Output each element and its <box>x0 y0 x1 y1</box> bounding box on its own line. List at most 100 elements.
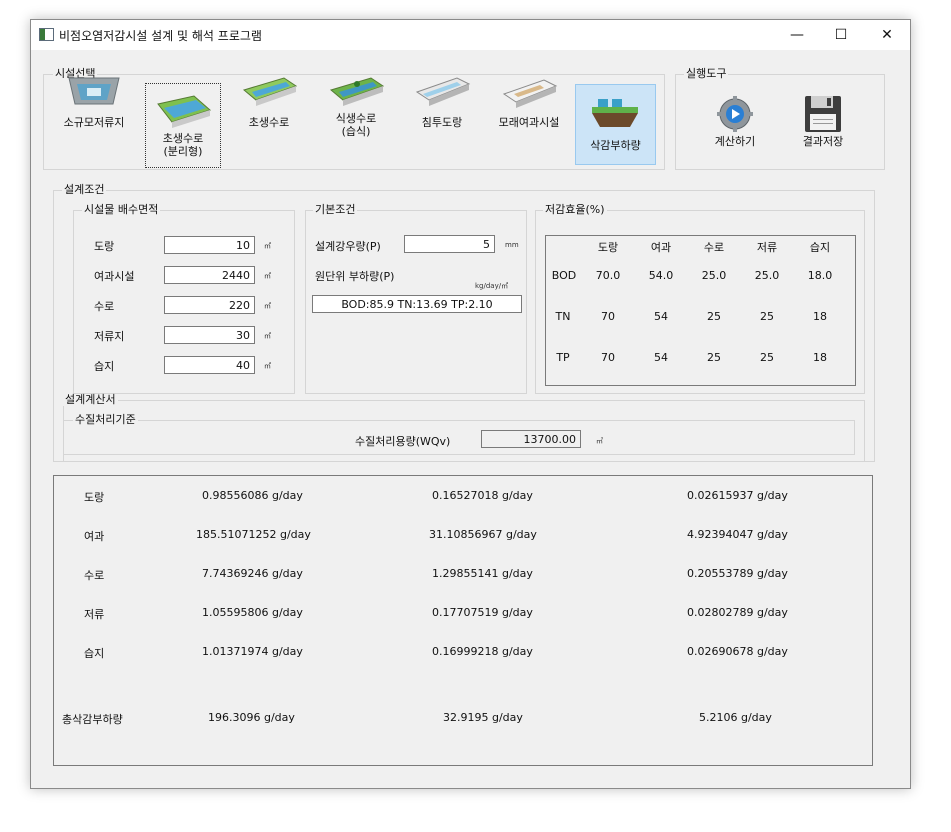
eff-col-header: 여과 <box>650 241 672 254</box>
eff-col-header: 수로 <box>703 241 725 254</box>
tool-grass-channel-separated[interactable]: 초생수로 (분리형) <box>145 83 221 168</box>
result-total-bod: 196.3096 g/day <box>208 711 295 724</box>
catchment-label-reservoir: 저류지 <box>94 330 125 343</box>
close-button[interactable]: ✕ <box>864 20 910 50</box>
rainfall-input[interactable]: 5 <box>404 235 495 253</box>
catchment-label-wetland: 습지 <box>94 360 115 373</box>
efficiency-title: 저감효율(%) <box>543 203 607 216</box>
sand-filter-icon <box>502 79 558 108</box>
design-conditions-title: 설계조건 <box>62 183 107 196</box>
eff-cell: 54 <box>654 310 668 323</box>
result-tp: 0.02802789 g/day <box>687 606 788 619</box>
small-reservoir-icon <box>68 77 120 105</box>
wqv-output[interactable]: 13700.00 <box>481 430 581 448</box>
tool-label: 소규모저류지 <box>63 116 125 129</box>
eff-col-header: 습지 <box>809 241 831 254</box>
eff-cell: 25.0 <box>701 269 727 282</box>
basic-conditions-title: 기본조건 <box>313 203 358 216</box>
result-tp: 4.92394047 g/day <box>687 528 788 541</box>
wqv-label: 수질처리용량(WQv) <box>355 435 451 448</box>
unit-load-unit: kg/day/㎡ <box>475 282 509 290</box>
grass-channel-icon <box>242 77 298 106</box>
eff-row-label: TN <box>555 310 571 323</box>
eff-cell: 70 <box>601 310 615 323</box>
result-row-label: 습지 <box>84 647 105 660</box>
catchment-label-ditch: 도랑 <box>94 240 115 253</box>
eff-cell: 25 <box>707 310 721 323</box>
wq-standard-group <box>63 420 855 455</box>
tool-label: 초생수로 <box>248 116 290 129</box>
calc-sheet-title: 설계계산서 <box>63 393 118 406</box>
grass-channel-separated-icon <box>157 95 211 128</box>
minimize-button[interactable]: — <box>774 20 820 50</box>
result-bod: 185.51071252 g/day <box>196 528 311 541</box>
result-tn: 0.16527018 g/day <box>432 489 533 502</box>
results-panel: 도랑 0.98556086 g/day 0.16527018 g/day 0.0… <box>53 475 873 766</box>
rainfall-label: 설계강우량(P) <box>315 240 381 253</box>
infiltration-trench-icon <box>415 77 471 106</box>
unit-label: ㎡ <box>264 242 271 250</box>
wqv-unit: ㎥ <box>596 437 603 445</box>
tool-label: 삭감부하량 <box>590 139 641 152</box>
tool-vegetated-channel-wet[interactable]: 식생수로 (습식) <box>319 64 393 146</box>
result-tn: 31.10856967 g/day <box>429 528 537 541</box>
catchment-input-channel[interactable]: 220 <box>164 296 255 314</box>
vegetated-channel-wet-icon <box>329 77 385 106</box>
result-row-label: 수로 <box>84 569 105 582</box>
save-result-label: 결과저장 <box>802 135 844 148</box>
result-tn: 0.17707519 g/day <box>432 606 533 619</box>
unit-load-input[interactable]: BOD:85.9 TN:13.69 TP:2.10 <box>312 295 522 313</box>
tool-sand-filter[interactable]: 모래여과시설 <box>492 64 566 146</box>
catchment-input-filter[interactable]: 2440 <box>164 266 255 284</box>
result-row-label: 여과 <box>84 530 105 543</box>
eff-cell: 18 <box>813 351 827 364</box>
result-total-tn: 32.9195 g/day <box>443 711 523 724</box>
unit-label: ㎡ <box>264 272 271 280</box>
eff-cell: 70.0 <box>595 269 621 282</box>
tool-small-reservoir[interactable]: 소규모저류지 <box>57 64 131 146</box>
eff-cell: 25 <box>707 351 721 364</box>
app-icon <box>39 28 54 41</box>
catchment-input-wetland[interactable]: 40 <box>164 356 255 374</box>
unit-label: ㎡ <box>264 302 271 310</box>
catchment-input-ditch[interactable]: 10 <box>164 236 255 254</box>
eff-cell: 18 <box>813 310 827 323</box>
wq-standard-title: 수질처리기준 <box>73 413 138 426</box>
tool-label: 식생수로 (습식) <box>335 112 377 138</box>
eff-cell: 25.0 <box>754 269 780 282</box>
result-tn: 0.16999218 g/day <box>432 645 533 658</box>
run-tools-title: 실행도구 <box>684 67 729 80</box>
tool-grass-channel[interactable]: 초생수로 <box>232 64 306 146</box>
result-bod: 1.01371974 g/day <box>202 645 303 658</box>
eff-cell: 25 <box>760 310 774 323</box>
title-bar: 비점오염저감시설 설계 및 해석 프로그램 — ☐ ✕ <box>31 20 910 50</box>
maximize-button[interactable]: ☐ <box>818 20 864 50</box>
efficiency-table: 도랑 여과 수로 저류 습지 BOD 70.0 54.0 25.0 25.0 1… <box>545 235 856 386</box>
tool-infiltration-trench[interactable]: 침투도랑 <box>405 64 479 146</box>
tool-label: 침투도랑 <box>421 116 463 129</box>
unit-label: ㎡ <box>264 362 271 370</box>
eff-col-header: 도랑 <box>597 241 619 254</box>
result-bod: 1.05595806 g/day <box>202 606 303 619</box>
eff-col-header: 저류 <box>756 241 778 254</box>
save-result-button[interactable]: 결과저장 <box>786 92 860 152</box>
unit-load-label: 원단위 부하량(P) <box>315 270 395 283</box>
result-tp: 0.02690678 g/day <box>687 645 788 658</box>
calculate-label: 계산하기 <box>714 135 756 148</box>
result-row-label: 저류 <box>84 608 105 621</box>
tool-label: 모래여과시설 <box>498 116 560 129</box>
result-tp: 0.20553789 g/day <box>687 567 788 580</box>
catchment-label-filter: 여과시설 <box>94 270 135 283</box>
tool-load-reduction[interactable]: 삭감부하량 <box>575 84 656 165</box>
eff-row-label: BOD <box>551 269 577 282</box>
eff-cell: 70 <box>601 351 615 364</box>
eff-cell: 25 <box>760 351 774 364</box>
floppy-disk-icon <box>805 96 841 132</box>
catchment-input-reservoir[interactable]: 30 <box>164 326 255 344</box>
eff-row-label: TP <box>556 351 570 364</box>
result-tp: 0.02615937 g/day <box>687 489 788 502</box>
result-bod: 0.98556086 g/day <box>202 489 303 502</box>
catchment-title: 시설물 배수면적 <box>82 203 161 216</box>
calculate-button[interactable]: 계산하기 <box>698 92 772 152</box>
result-total-label: 총삭감부하량 <box>62 713 123 726</box>
